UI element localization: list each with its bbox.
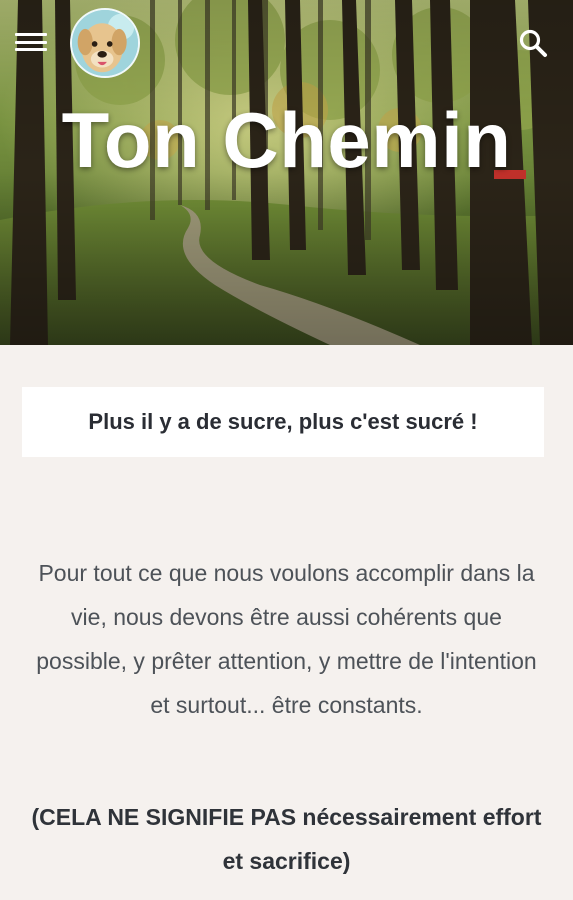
hamburger-menu-icon[interactable] (14, 28, 48, 56)
search-icon[interactable] (516, 26, 550, 60)
hero-header: Ton Chemin (0, 0, 573, 345)
intro-paragraph: Pour tout ce que nous voulons accomplir … (36, 560, 537, 718)
dog-icon (72, 10, 138, 76)
emphasis-paragraph: (CELA NE SIGNIFIE PAS nécessairement eff… (31, 804, 542, 874)
menu-bar (15, 40, 47, 44)
dog-avatar[interactable] (70, 8, 140, 78)
site-title[interactable]: Ton Chemin (0, 88, 573, 192)
tagline-card: Plus il y a de sucre, plus c'est sucré ! (22, 387, 544, 457)
menu-bar (15, 33, 47, 36)
menu-bar (15, 48, 47, 51)
page: Ton Chemin Plus il y a de sucre, plus c'… (0, 0, 573, 900)
tagline-text: Plus il y a de sucre, plus c'est sucré ! (88, 409, 478, 434)
magnifier-glyph (519, 29, 547, 57)
